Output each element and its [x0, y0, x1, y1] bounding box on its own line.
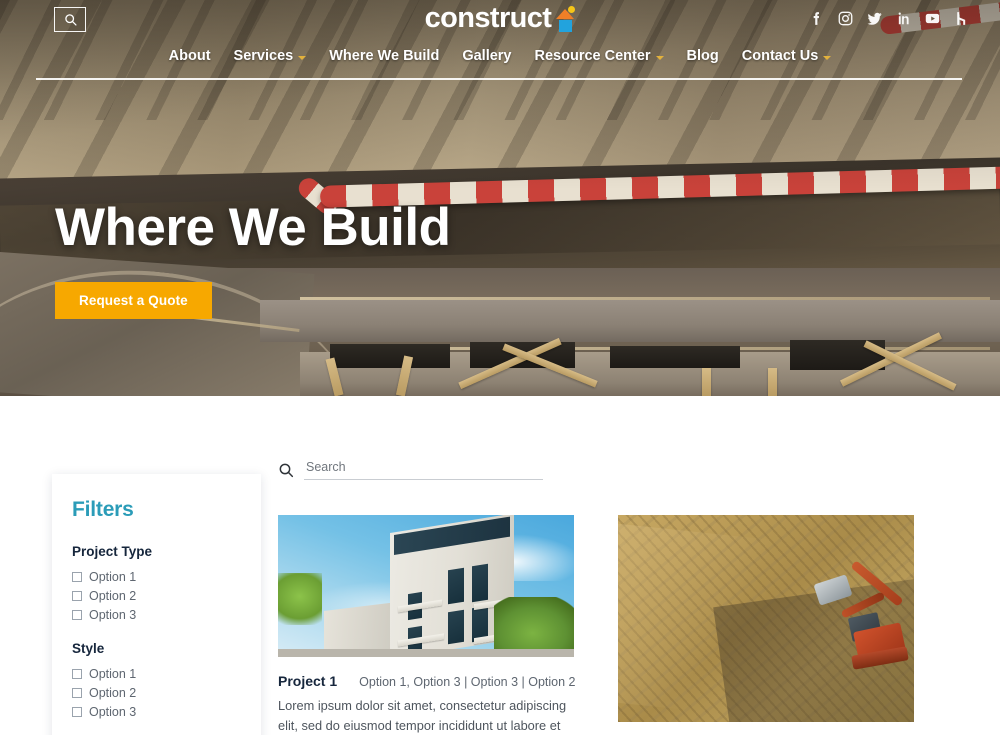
site-header: construct About Services Where We Build …	[0, 0, 1000, 84]
nav-item-about[interactable]: About	[169, 48, 211, 64]
content-section: Filters Project Type Option 1 Option 2 O…	[0, 396, 1000, 735]
filter-option-label: Option 2	[89, 589, 137, 603]
house-logo-icon	[556, 5, 576, 32]
filter-option[interactable]: Option 3	[72, 705, 241, 719]
project-tags: Option 1, Option 3 | Option 3 | Option 2	[359, 675, 576, 689]
excavator	[813, 560, 910, 670]
chevron-down-icon	[298, 56, 307, 60]
chevron-down-icon	[655, 56, 664, 60]
checkbox-icon[interactable]	[72, 591, 82, 601]
facebook-icon[interactable]	[808, 10, 825, 27]
nav-label: Blog	[686, 48, 719, 64]
page-title: Where We Build	[55, 198, 451, 257]
filter-group-label: Style	[72, 641, 105, 656]
main-navigation: About Services Where We Build Gallery Re…	[0, 48, 1000, 64]
twitter-icon[interactable]	[866, 10, 883, 27]
tree-right	[494, 597, 574, 657]
nav-label: Contact Us	[741, 48, 819, 64]
nav-label: About	[168, 48, 211, 64]
excavator-bucket	[813, 574, 853, 606]
filter-option-label: Option 1	[89, 667, 137, 681]
tree-left	[278, 573, 322, 625]
nav-item-gallery[interactable]: Gallery	[462, 48, 511, 64]
project-card-list: Project 1 Option 1, Option 3 | Option 3 …	[278, 515, 978, 735]
project-card[interactable]	[618, 515, 914, 735]
filter-group-label: Project Type	[72, 544, 153, 559]
checkbox-icon[interactable]	[72, 688, 82, 698]
checkbox-icon[interactable]	[72, 572, 82, 582]
nav-item-services[interactable]: Services	[234, 48, 307, 64]
results-search-row	[278, 396, 543, 480]
filter-option-label: Option 1	[89, 570, 137, 584]
checkbox-icon[interactable]	[72, 669, 82, 679]
checkbox-icon[interactable]	[72, 707, 82, 717]
window	[448, 567, 464, 605]
nav-item-blog[interactable]: Blog	[687, 48, 719, 64]
filters-heading: Filters	[72, 498, 134, 521]
filter-option[interactable]: Option 1	[72, 667, 241, 681]
logo-base-square	[559, 19, 573, 32]
request-a-quote-button[interactable]: Request a Quote	[55, 281, 212, 319]
filter-option-label: Option 2	[89, 686, 137, 700]
project-card-header: Project 1 Option 1, Option 3 | Option 3 …	[278, 673, 576, 689]
filters-panel: Filters Project Type Option 1 Option 2 O…	[52, 474, 261, 735]
filter-option[interactable]: Option 1	[72, 570, 241, 584]
nav-item-where-we-build[interactable]: Where We Build	[329, 48, 439, 64]
search-input[interactable]	[304, 460, 543, 480]
filter-option[interactable]: Option 2	[72, 686, 241, 700]
window	[448, 609, 464, 645]
youtube-icon[interactable]	[924, 10, 941, 27]
filter-option[interactable]: Option 3	[72, 608, 241, 622]
results-panel: Project 1 Option 1, Option 3 | Option 3 …	[278, 396, 978, 735]
nav-divider	[36, 78, 962, 80]
project-image-modern-apartment-building	[278, 515, 574, 657]
logo-roof-triangle	[556, 8, 575, 19]
filter-option-label: Option 3	[89, 608, 137, 622]
filter-option-label: Option 3	[89, 705, 137, 719]
project-description: Lorem ipsum dolor sit amet, consectetur …	[278, 698, 567, 733]
project-title: Project 1	[278, 673, 338, 689]
chevron-down-icon	[823, 56, 832, 60]
project-card[interactable]: Project 1 Option 1, Option 3 | Option 3 …	[278, 515, 576, 735]
filter-group-project-type: Project Type Option 1 Option 2 Option 3	[72, 544, 241, 622]
nav-label: Gallery	[462, 48, 512, 64]
checkbox-icon[interactable]	[72, 610, 82, 620]
logo-text: construct	[424, 2, 552, 34]
ground-strip	[278, 649, 574, 657]
filter-option[interactable]: Option 2	[72, 589, 241, 603]
linkedin-icon[interactable]	[895, 10, 912, 27]
filter-group-style: Style Option 1 Option 2 Option 3	[72, 641, 241, 719]
hero-section: construct About Services Where We Build …	[0, 0, 1000, 396]
hero-copy: Where We Build Request a Quote	[55, 198, 451, 319]
window	[472, 563, 488, 603]
nav-item-resource-center[interactable]: Resource Center	[535, 48, 664, 64]
nav-label: Resource Center	[534, 48, 651, 64]
search-icon	[279, 463, 294, 478]
nav-item-contact-us[interactable]: Contact Us	[742, 48, 832, 64]
instagram-icon[interactable]	[837, 10, 854, 27]
nav-label: Services	[233, 48, 294, 64]
project-image-aerial-excavation-site	[618, 515, 914, 722]
houzz-icon[interactable]	[953, 10, 970, 27]
social-links	[808, 10, 970, 27]
project-card-body: Project 1 Option 1, Option 3 | Option 3 …	[278, 657, 576, 735]
nav-label: Where We Build	[329, 48, 440, 64]
